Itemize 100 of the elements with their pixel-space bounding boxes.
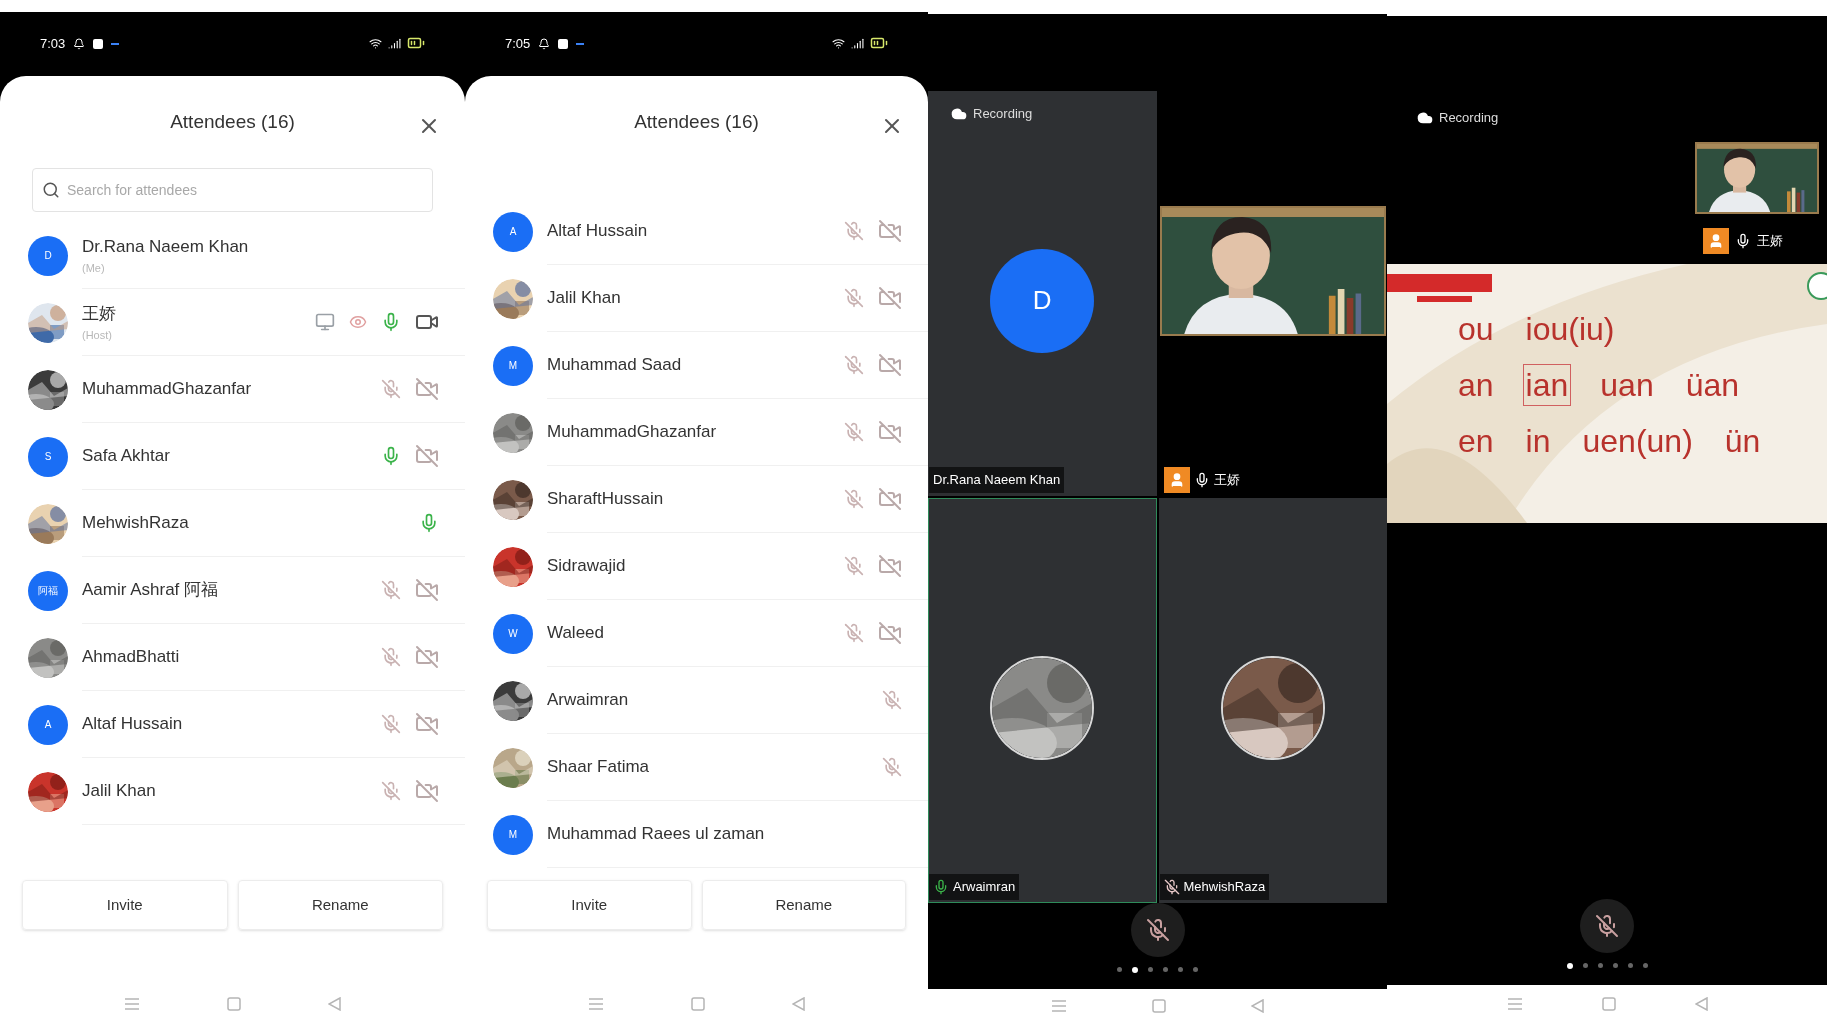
attendee-name: Sidrawajid: [547, 555, 627, 578]
invite-button[interactable]: Invite: [22, 880, 228, 930]
muted-microphone-icon[interactable]: [381, 714, 401, 734]
slide-syllable: uan: [1599, 366, 1655, 405]
slide-syllable: uen(un): [1581, 422, 1694, 461]
back-icon[interactable]: [1251, 998, 1265, 1013]
microphone-icon: [1735, 233, 1751, 249]
attendee-name: MuhammadGhazanfar: [547, 421, 718, 444]
home-icon[interactable]: [1601, 996, 1616, 1011]
video-tile[interactable]: Recording D Dr.Rana Naeem Khan: [928, 91, 1157, 497]
muted-microphone-icon[interactable]: [381, 647, 401, 667]
camera-off-icon[interactable]: [415, 444, 439, 468]
menu-icon[interactable]: [1506, 997, 1523, 1010]
avatar-initial: M: [508, 359, 518, 373]
attendee-name: Jalil Khan: [547, 287, 622, 310]
camera-off-icon[interactable]: [878, 621, 902, 645]
muted-microphone-icon[interactable]: [844, 288, 864, 308]
home-icon[interactable]: [227, 996, 241, 1011]
muted-microphone-icon[interactable]: [882, 757, 902, 777]
slide-syllable: ou: [1457, 310, 1495, 349]
camera-off-icon[interactable]: [878, 353, 902, 377]
slide-syllable: iou(iu): [1524, 310, 1616, 349]
muted-microphone-icon[interactable]: [381, 781, 401, 801]
menu-icon[interactable]: [588, 997, 605, 1010]
app-icon: [93, 38, 104, 49]
attendee-name: Arwaimran: [547, 689, 630, 712]
attendee-name: SharaftHussain: [547, 488, 665, 511]
invite-button[interactable]: Invite: [487, 880, 692, 930]
menu-icon[interactable]: [123, 997, 140, 1010]
host-badge: [1703, 228, 1729, 254]
camera-off-icon[interactable]: [878, 420, 902, 444]
home-icon[interactable]: [691, 996, 705, 1011]
slide-syllable: ian: [1522, 364, 1572, 406]
video-tile[interactable]: MehwishRaza: [1158, 498, 1387, 904]
home-icon[interactable]: [1152, 998, 1166, 1013]
attendee-name: Muhammad Raees ul zaman: [547, 823, 766, 846]
muted-microphone-icon[interactable]: [844, 355, 864, 375]
attendee-name: Dr.Rana Naeem Khan: [82, 236, 250, 258]
camera-off-icon[interactable]: [415, 779, 439, 803]
back-icon[interactable]: [1694, 996, 1708, 1011]
microphone-icon[interactable]: [381, 312, 401, 332]
recording-label: Recording: [1439, 109, 1499, 127]
slide-syllable: an: [1457, 366, 1495, 405]
video-tile[interactable]: Arwaimran: [928, 498, 1157, 904]
avatar-initial: A: [44, 718, 52, 732]
wifi-icon: [369, 36, 382, 50]
wifi-icon: [832, 36, 845, 50]
muted-microphone-icon[interactable]: [381, 580, 401, 600]
slide-syllable: üan: [1684, 366, 1741, 405]
participant-name: 王娇: [1757, 232, 1783, 251]
camera-off-icon[interactable]: [415, 377, 439, 401]
camera-off-icon[interactable]: [878, 554, 902, 578]
participant-name: 王娇: [1213, 471, 1240, 490]
notification-icon: [538, 37, 551, 50]
muted-microphone-icon[interactable]: [381, 379, 401, 399]
eye-icon[interactable]: [349, 313, 367, 331]
camera-off-icon[interactable]: [878, 286, 902, 310]
mute-button[interactable]: [1580, 899, 1634, 953]
attendee-name: Jalil Khan: [82, 780, 157, 803]
muted-microphone-icon[interactable]: [844, 556, 864, 576]
camera-off-icon[interactable]: [415, 712, 439, 736]
participant-name: MehwishRaza: [1183, 878, 1266, 897]
microphone-icon[interactable]: [381, 446, 401, 466]
camera-off-icon[interactable]: [415, 645, 439, 669]
search-field[interactable]: Search for attendees: [32, 168, 433, 212]
camera-off-icon[interactable]: [415, 578, 439, 602]
camera-off-icon[interactable]: [878, 487, 902, 511]
avatar-initial: A: [509, 225, 517, 239]
rename-button[interactable]: Rename: [237, 880, 443, 930]
attendee-name: Shaar Fatima: [547, 756, 651, 779]
monitor-icon[interactable]: [315, 312, 335, 332]
avatar-initial: W: [508, 627, 518, 641]
back-icon[interactable]: [791, 996, 805, 1011]
muted-microphone-icon[interactable]: [844, 221, 864, 241]
app-icon: [558, 38, 569, 49]
rename-button[interactable]: Rename: [701, 880, 906, 930]
microphone-icon[interactable]: [419, 513, 439, 533]
attendee-role: (Host): [82, 327, 113, 343]
dash-icon: [576, 42, 585, 45]
avatar-initial: D: [44, 249, 52, 263]
attendee-name: Altaf Hussain: [547, 220, 649, 243]
recording-label: Recording: [973, 105, 1033, 124]
participant-name: Dr.Rana Naeem Khan: [933, 471, 1061, 490]
attendee-name: Safa Akhtar: [82, 445, 171, 468]
muted-microphone-icon[interactable]: [844, 623, 864, 643]
attendee-name: 王娇: [82, 303, 117, 325]
muted-microphone-icon[interactable]: [844, 489, 864, 509]
attendee-name: Waleed: [547, 622, 605, 645]
attendee-name: AhmadBhatti: [82, 646, 181, 669]
slide-subheader-bar: [1417, 296, 1472, 302]
sheet-title: Attendees (16): [170, 109, 295, 134]
slide-syllable: en: [1457, 422, 1495, 461]
back-icon[interactable]: [328, 996, 342, 1011]
muted-microphone-icon[interactable]: [882, 690, 902, 710]
attendee-name: MehwishRaza: [82, 512, 190, 535]
camera-off-icon[interactable]: [878, 219, 902, 243]
muted-microphone-icon[interactable]: [844, 422, 864, 442]
menu-icon[interactable]: [1050, 999, 1067, 1012]
status-time: 7:03: [40, 35, 66, 53]
dash-icon: [111, 42, 120, 45]
